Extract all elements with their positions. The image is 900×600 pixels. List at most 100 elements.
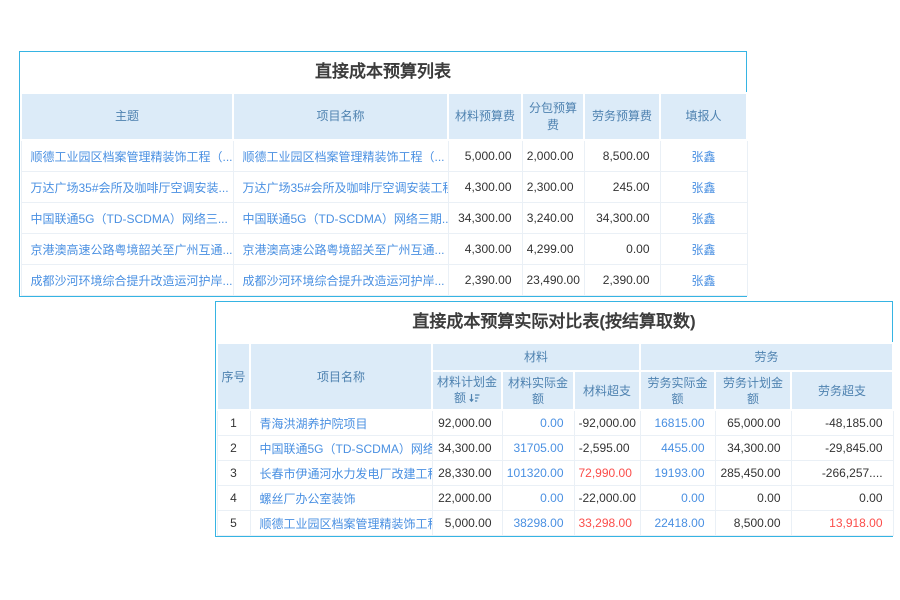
reporter-link[interactable]: 张鑫	[660, 234, 747, 265]
material-budget-value: 5,000.00	[448, 140, 522, 172]
project-link[interactable]: 万达广场35#会所及咖啡厅空调安装工程	[233, 172, 448, 203]
project-link[interactable]: 顺德工业园区档案管理精装饰工程	[250, 511, 432, 536]
project-link[interactable]: 螺丝厂办公室装饰	[250, 486, 432, 511]
project-link[interactable]: 京港澳高速公路粤境韶关至广州互通...	[233, 234, 448, 265]
subcontract-budget-value: 2,300.00	[522, 172, 584, 203]
labor-over-value: -48,185.00	[791, 410, 893, 436]
labor-budget-value: 245.00	[584, 172, 660, 203]
material-budget-value: 34,300.00	[448, 203, 522, 234]
labor-plan-value: 65,000.00	[715, 410, 791, 436]
budget-list-card: 直接成本预算列表 主题 项目名称 材料预算费 分包预算费 劳务预算费 填报人 顺…	[19, 51, 747, 297]
col-material-budget-header: 材料预算费	[448, 93, 522, 140]
budget-actual-compare-card: 直接成本预算实际对比表(按结算取数) 序号 项目名称 材料 劳务 材料计划金额 …	[215, 301, 893, 537]
material-over-value: 72,990.00	[574, 461, 640, 486]
project-link[interactable]: 成都沙河环境综合提升改造运河护岸...	[233, 265, 448, 296]
subject-link[interactable]: 中国联通5G（TD-SCDMA）网络三...	[21, 203, 233, 234]
col-seq-header: 序号	[217, 343, 250, 410]
table-row: 1 青海洪湖养护院项目 92,000.00 0.00 -92,000.00 16…	[217, 410, 893, 436]
labor-budget-value: 34,300.00	[584, 203, 660, 234]
table-row: 5 顺德工业园区档案管理精装饰工程 5,000.00 38298.00 33,2…	[217, 511, 893, 536]
material-budget-value: 4,300.00	[448, 172, 522, 203]
material-plan-value: 92,000.00	[432, 410, 502, 436]
reporter-link[interactable]: 张鑫	[660, 203, 747, 234]
budget-list-table: 主题 项目名称 材料预算费 分包预算费 劳务预算费 填报人 顺德工业园区档案管理…	[20, 92, 748, 296]
material-budget-value: 4,300.00	[448, 234, 522, 265]
group-material-header: 材料	[432, 343, 640, 371]
seq-value: 5	[217, 511, 250, 536]
labor-actual-value[interactable]: 22418.00	[640, 511, 715, 536]
labor-plan-value: 34,300.00	[715, 436, 791, 461]
budget-actual-compare-table: 序号 项目名称 材料 劳务 材料计划金额 材料实际金额 材料超支 劳务实际金额 …	[216, 342, 894, 536]
material-over-value: -92,000.00	[574, 410, 640, 436]
seq-value: 4	[217, 486, 250, 511]
material-plan-value: 28,330.00	[432, 461, 502, 486]
budget-actual-compare-title: 直接成本预算实际对比表(按结算取数)	[216, 302, 892, 342]
seq-value: 1	[217, 410, 250, 436]
material-plan-value: 34,300.00	[432, 436, 502, 461]
material-actual-value[interactable]: 0.00	[502, 486, 574, 511]
labor-budget-value: 2,390.00	[584, 265, 660, 296]
material-plan-value: 22,000.00	[432, 486, 502, 511]
labor-plan-value: 285,450.00	[715, 461, 791, 486]
labor-actual-value[interactable]: 19193.00	[640, 461, 715, 486]
table-row: 2 中国联通5G（TD-SCDMA）网络三 34,300.00 31705.00…	[217, 436, 893, 461]
labor-actual-value[interactable]: 0.00	[640, 486, 715, 511]
material-actual-value[interactable]: 31705.00	[502, 436, 574, 461]
project-link[interactable]: 中国联通5G（TD-SCDMA）网络三期...	[233, 203, 448, 234]
material-budget-value: 2,390.00	[448, 265, 522, 296]
subcontract-budget-value: 3,240.00	[522, 203, 584, 234]
col-material-plan-label: 材料计划金额	[437, 375, 497, 405]
material-plan-value: 5,000.00	[432, 511, 502, 536]
subject-link[interactable]: 万达广场35#会所及咖啡厅空调安装...	[21, 172, 233, 203]
table-row: 3 长春市伊通河水力发电厂改建工程 28,330.00 101320.00 72…	[217, 461, 893, 486]
table-row: 万达广场35#会所及咖啡厅空调安装... 万达广场35#会所及咖啡厅空调安装工程…	[21, 172, 747, 203]
subject-link[interactable]: 顺德工业园区档案管理精装饰工程（...	[21, 140, 233, 172]
labor-actual-value[interactable]: 4455.00	[640, 436, 715, 461]
material-actual-value[interactable]: 38298.00	[502, 511, 574, 536]
reporter-link[interactable]: 张鑫	[660, 265, 747, 296]
project-link[interactable]: 青海洪湖养护院项目	[250, 410, 432, 436]
subject-link[interactable]: 京港澳高速公路粤境韶关至广州互通...	[21, 234, 233, 265]
col-subcontract-budget-header: 分包预算费	[522, 93, 584, 140]
table-row: 中国联通5G（TD-SCDMA）网络三... 中国联通5G（TD-SCDMA）网…	[21, 203, 747, 234]
labor-budget-value: 8,500.00	[584, 140, 660, 172]
budget-list-title: 直接成本预算列表	[20, 52, 746, 92]
reporter-link[interactable]: 张鑫	[660, 172, 747, 203]
reporter-link[interactable]: 张鑫	[660, 140, 747, 172]
table-row: 京港澳高速公路粤境韶关至广州互通... 京港澳高速公路粤境韶关至广州互通... …	[21, 234, 747, 265]
labor-over-value: -266,257....	[791, 461, 893, 486]
project-link[interactable]: 长春市伊通河水力发电厂改建工程	[250, 461, 432, 486]
material-actual-value[interactable]: 0.00	[502, 410, 574, 436]
labor-over-value: 0.00	[791, 486, 893, 511]
material-over-value: -22,000.00	[574, 486, 640, 511]
project-link[interactable]: 顺德工业园区档案管理精装饰工程（...	[233, 140, 448, 172]
labor-actual-value[interactable]: 16815.00	[640, 410, 715, 436]
labor-plan-value: 0.00	[715, 486, 791, 511]
col-labor-budget-header: 劳务预算费	[584, 93, 660, 140]
col-labor-over-header: 劳务超支	[791, 371, 893, 410]
seq-value: 2	[217, 436, 250, 461]
col-material-actual-header: 材料实际金额	[502, 371, 574, 410]
table-row: 顺德工业园区档案管理精装饰工程（... 顺德工业园区档案管理精装饰工程（... …	[21, 140, 747, 172]
group-header-row: 序号 项目名称 材料 劳务	[217, 343, 893, 371]
col-project-header: 项目名称	[250, 343, 432, 410]
seq-value: 3	[217, 461, 250, 486]
subject-link[interactable]: 成都沙河环境综合提升改造运河护岸...	[21, 265, 233, 296]
subcontract-budget-value: 23,490.00	[522, 265, 584, 296]
col-material-plan-header[interactable]: 材料计划金额	[432, 371, 502, 410]
col-material-over-header: 材料超支	[574, 371, 640, 410]
labor-plan-value: 8,500.00	[715, 511, 791, 536]
material-over-value: -2,595.00	[574, 436, 640, 461]
budget-list-header-row: 主题 项目名称 材料预算费 分包预算费 劳务预算费 填报人	[21, 93, 747, 140]
sort-icon[interactable]	[469, 391, 480, 407]
group-labor-header: 劳务	[640, 343, 893, 371]
col-labor-actual-header: 劳务实际金额	[640, 371, 715, 410]
subcontract-budget-value: 4,299.00	[522, 234, 584, 265]
col-subject-header: 主题	[21, 93, 233, 140]
material-actual-value[interactable]: 101320.00	[502, 461, 574, 486]
project-link[interactable]: 中国联通5G（TD-SCDMA）网络三	[250, 436, 432, 461]
material-over-value: 33,298.00	[574, 511, 640, 536]
col-project-header: 项目名称	[233, 93, 448, 140]
col-reporter-header: 填报人	[660, 93, 747, 140]
table-row: 成都沙河环境综合提升改造运河护岸... 成都沙河环境综合提升改造运河护岸... …	[21, 265, 747, 296]
